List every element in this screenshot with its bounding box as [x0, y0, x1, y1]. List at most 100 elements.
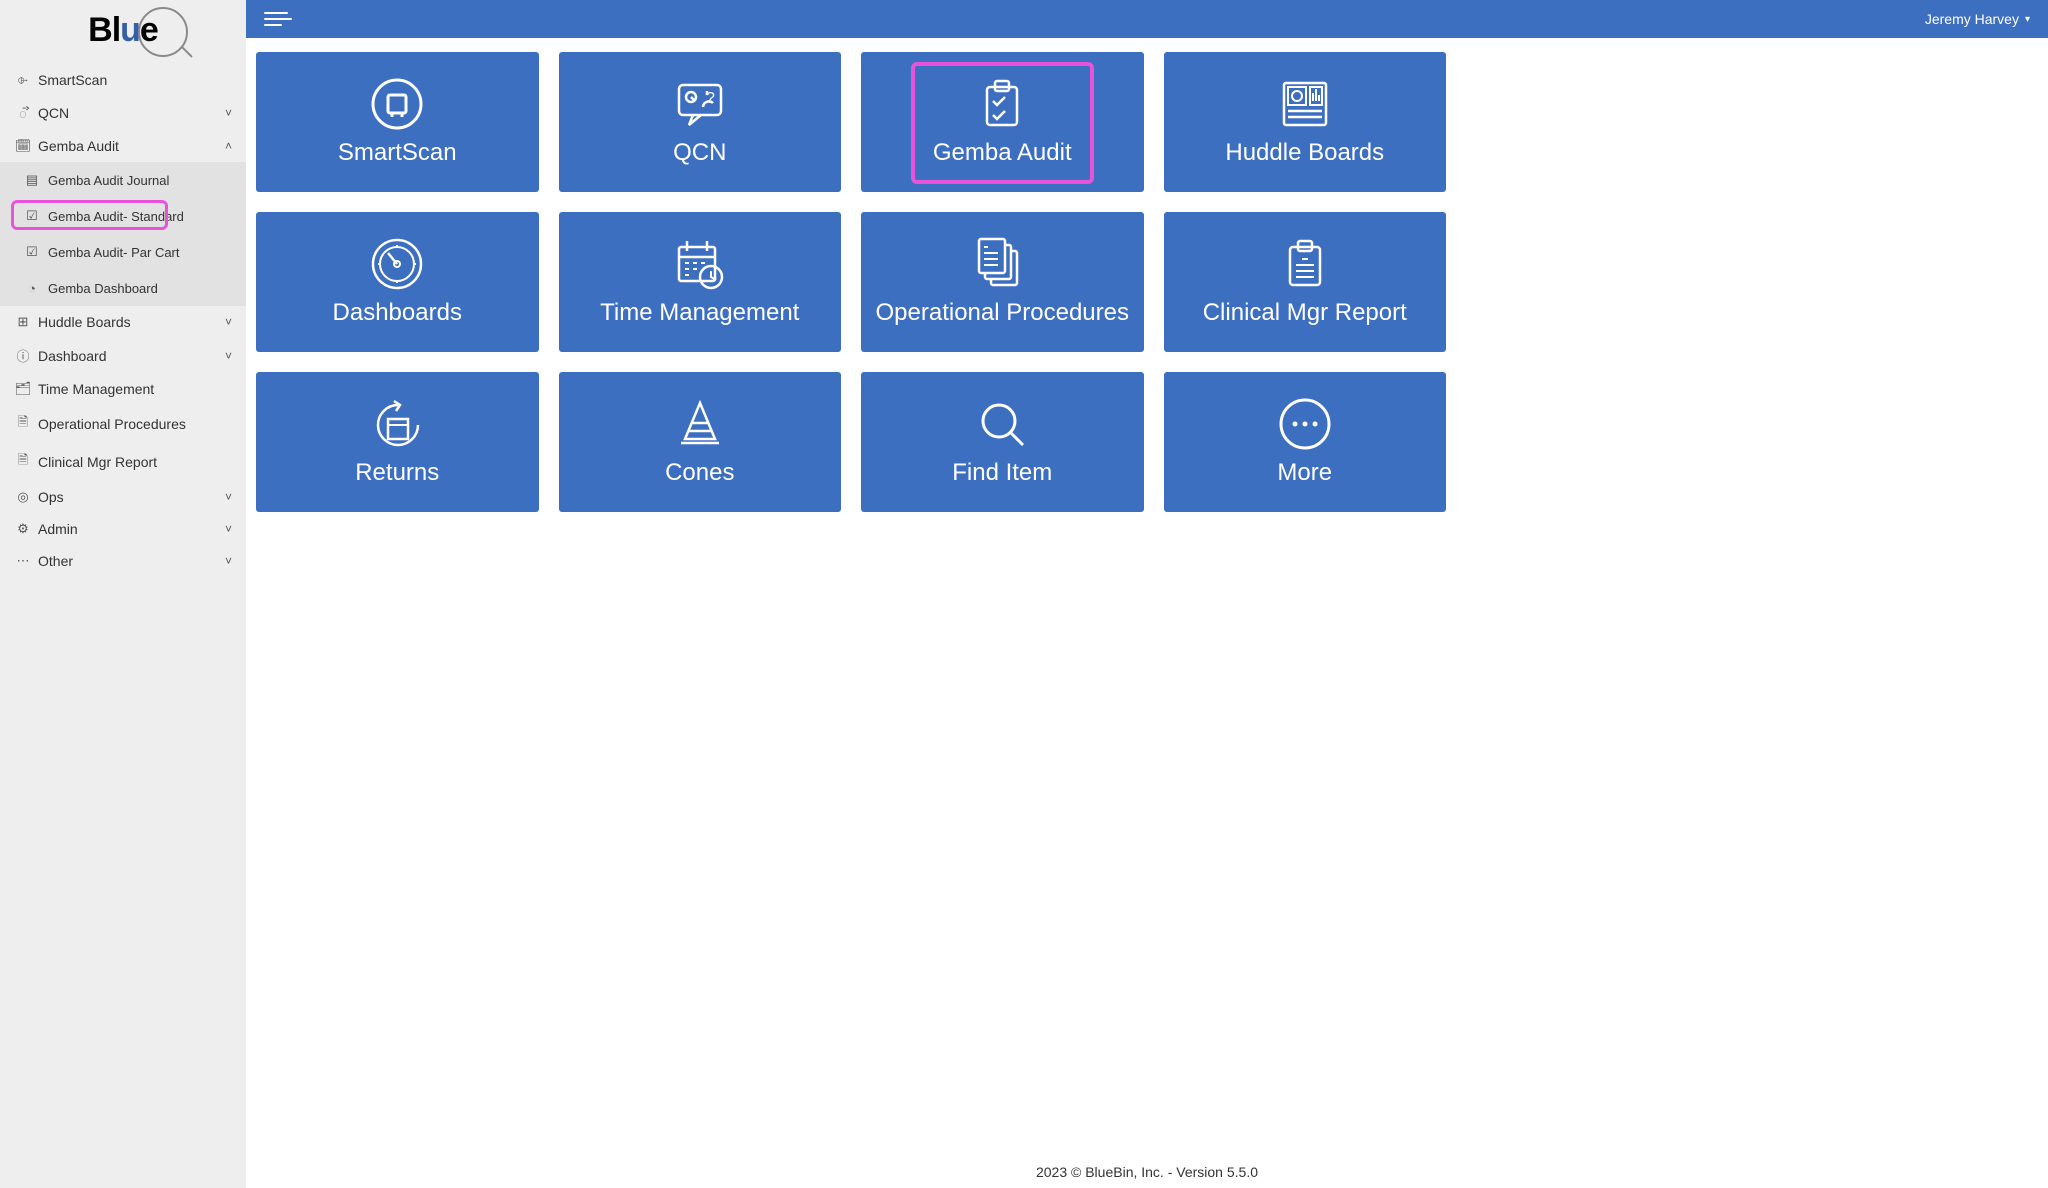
tile-label: SmartScan: [338, 139, 457, 167]
tile-huddle-boards[interactable]: Huddle Boards: [1164, 52, 1447, 192]
tile-find-item[interactable]: Find Item: [861, 372, 1144, 512]
tile-label: QCN: [673, 139, 726, 167]
sidebar-item-operational-procedures[interactable]: 🗎 Operational Procedures: [0, 405, 246, 443]
nav-item-icon: ⋯: [14, 553, 32, 569]
search-icon: [975, 397, 1029, 451]
tile-label: Huddle Boards: [1225, 139, 1384, 167]
tile-label: More: [1277, 459, 1332, 487]
sidebar-subitem-gemba-audit-standard[interactable]: ☑ Gemba Audit- Standard: [0, 198, 246, 234]
tile-time-management[interactable]: Time Management: [559, 212, 842, 352]
sidebar-item-ops[interactable]: ◎ Ops ˅: [0, 481, 246, 513]
brand-name: Blue: [88, 11, 158, 50]
sidebar-item-clinical-mgr-report[interactable]: 🗎 Clinical Mgr Report: [0, 443, 246, 481]
tile-more[interactable]: More: [1164, 372, 1447, 512]
qcn-icon: [673, 77, 727, 131]
nav-item-icon: 🗎: [14, 413, 32, 435]
menu-toggle-button[interactable]: [264, 12, 292, 26]
topbar: Jeremy Harvey ▾: [246, 0, 2048, 38]
tile-label: Clinical Mgr Report: [1203, 299, 1407, 327]
nav-subitem-label: Gemba Dashboard: [48, 281, 158, 296]
sidebar-item-gemba-audit[interactable]: 🗓 Gemba Audit ˄: [0, 130, 246, 162]
returns-icon: [370, 397, 424, 451]
nav-item-icon: 🗓: [14, 138, 32, 154]
tile-clinical-mgr-report[interactable]: Clinical Mgr Report: [1164, 212, 1447, 352]
nav-subitem-label: Gemba Audit- Standard: [48, 209, 184, 224]
nav-item-icon: 🗂: [14, 381, 32, 397]
docs-icon: [975, 237, 1029, 291]
tile-label: Cones: [665, 459, 734, 487]
chevron-down-icon: ˅: [225, 490, 232, 504]
nav-item-icon: ◎: [14, 489, 32, 505]
nav-item-icon: ⌱: [14, 72, 32, 88]
chevron-down-icon: ˅: [225, 106, 232, 120]
chevron-down-icon: ˅: [225, 315, 232, 329]
tile-returns[interactable]: Returns: [256, 372, 539, 512]
user-menu[interactable]: Jeremy Harvey ▾: [1925, 11, 2030, 27]
gemba-icon: [975, 77, 1029, 131]
huddle-icon: [1278, 77, 1332, 131]
sidebar-nav: ⌱ SmartScanᯭ QCN ˅ 🗓 Gemba Audit ˄ ▤Gemba Audit…: [0, 60, 246, 577]
user-name: Jeremy Harvey: [1925, 11, 2019, 27]
sidebar-item-admin[interactable]: ⚙ Admin ˅: [0, 513, 246, 545]
sidebar-subitem-gemba-audit-par-cart[interactable]: ☑ Gemba Audit- Par Cart: [0, 234, 246, 270]
chevron-down-icon: ˅: [225, 522, 232, 536]
sidebar-item-time-management[interactable]: 🗂 Time Management: [0, 373, 246, 405]
sidebar-item-qcn[interactable]: ᯭ QCN ˅: [0, 96, 246, 130]
nav-item-icon: ⚙: [14, 521, 32, 537]
sidebar-subitem-gemba-audit-journal[interactable]: ▤Gemba Audit Journal: [0, 162, 246, 198]
smartscan-icon: [370, 77, 424, 131]
nav-item-label: Other: [38, 553, 73, 569]
chevron-up-icon: ˄: [225, 139, 232, 153]
nav-item-label: Huddle Boards: [38, 314, 131, 330]
chevron-down-icon: ▾: [2025, 14, 2030, 25]
nav-subitem-icon: ☑: [24, 208, 40, 224]
tile-label: Time Management: [600, 299, 799, 327]
nav-item-icon: ᯭ: [14, 104, 32, 122]
gauge-icon: [370, 237, 424, 291]
nav-subitem-label: Gemba Audit- Par Cart: [48, 245, 180, 260]
tile-label: Returns: [355, 459, 439, 487]
nav-subitem-icon: ◔: [24, 281, 40, 296]
sidebar: Blue ⌱ SmartScanᯭ QCN ˅ 🗓 Gemba Audit ˄ ▤Gemba …: [0, 0, 246, 1188]
tile-smartscan[interactable]: SmartScan: [256, 52, 539, 192]
nav-item-label: Ops: [38, 489, 64, 505]
footer: 2023 © BlueBin, Inc. - Version 5.5.0: [246, 1156, 2048, 1188]
tile-cones[interactable]: Cones: [559, 372, 842, 512]
tile-label: Dashboards: [333, 299, 462, 327]
tile-qcn[interactable]: QCN: [559, 52, 842, 192]
tile-label: Operational Procedures: [876, 299, 1129, 327]
chevron-down-icon: ˅: [225, 554, 232, 568]
main: Jeremy Harvey ▾ SmartScan QCN Gemba Audit H…: [246, 0, 2048, 1188]
tile-operational-procedures[interactable]: Operational Procedures: [861, 212, 1144, 352]
nav-item-label: Admin: [38, 521, 78, 537]
tile-grid: SmartScan QCN Gemba Audit Huddle Boards Dash…: [256, 52, 1446, 512]
nav-item-label: Operational Procedures: [38, 416, 186, 432]
footer-text: 2023 © BlueBin, Inc. - Version 5.5.0: [1036, 1164, 1258, 1180]
more-icon: [1278, 397, 1332, 451]
sidebar-item-smartscan[interactable]: ⌱ SmartScan: [0, 64, 246, 96]
nav-item-label: Dashboard: [38, 348, 107, 364]
sidebar-item-huddle-boards[interactable]: ⊞ Huddle Boards ˅: [0, 306, 246, 338]
chevron-down-icon: ˅: [225, 349, 232, 363]
nav-item-label: Time Management: [38, 381, 154, 397]
nav-item-icon: ⓘ: [14, 346, 32, 365]
nav-item-label: QCN: [38, 105, 69, 121]
sidebar-subitem-gemba-dashboard[interactable]: ◔ Gemba Dashboard: [0, 270, 246, 306]
nav-subitem-label: Gemba Audit Journal: [48, 173, 169, 188]
nav-item-label: Gemba Audit: [38, 138, 119, 154]
sidebar-item-dashboard[interactable]: ⓘ Dashboard ˅: [0, 338, 246, 373]
nav-item-icon: 🗎: [14, 451, 32, 473]
tile-dashboards[interactable]: Dashboards: [256, 212, 539, 352]
tile-label: Gemba Audit: [933, 139, 1072, 167]
calendar-icon: [673, 237, 727, 291]
nav-item-label: SmartScan: [38, 72, 107, 88]
sidebar-item-other[interactable]: ⋯ Other ˅: [0, 545, 246, 577]
content: SmartScan QCN Gemba Audit Huddle Boards Dash…: [246, 38, 2048, 1156]
brand-logo: Blue: [0, 0, 246, 60]
nav-item-label: Clinical Mgr Report: [38, 454, 157, 470]
tile-label: Find Item: [952, 459, 1052, 487]
nav-item-icon: ⊞: [14, 314, 32, 330]
tile-gemba-audit[interactable]: Gemba Audit: [861, 52, 1144, 192]
clipboard-icon: [1278, 237, 1332, 291]
nav-subitem-icon: ☑: [24, 244, 40, 260]
